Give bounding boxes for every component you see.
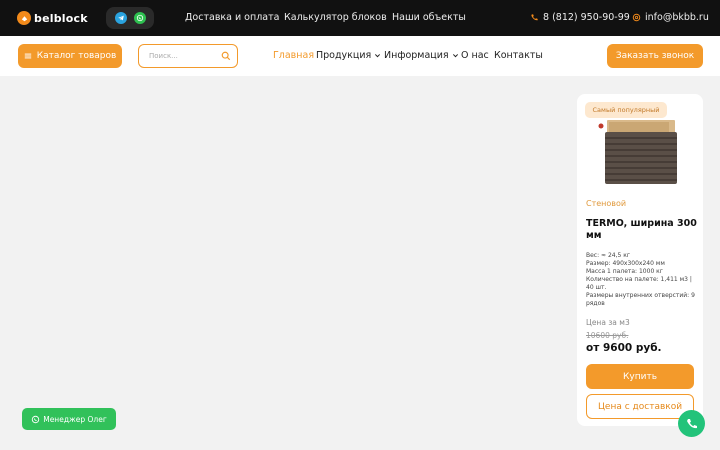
delivery-price-button[interactable]: Цена с доставкой bbox=[586, 394, 694, 419]
phone-icon bbox=[686, 418, 697, 428]
telegram-icon[interactable] bbox=[114, 12, 127, 24]
nav-info[interactable]: Информация bbox=[384, 50, 459, 61]
nav-contacts[interactable]: Контакты bbox=[494, 50, 543, 61]
logo-text: belblock bbox=[34, 11, 88, 25]
email-link[interactable]: info@bkbb.ru bbox=[632, 12, 709, 23]
nav-home[interactable]: Главная bbox=[273, 50, 314, 61]
call-fab[interactable] bbox=[678, 410, 705, 437]
mail-icon bbox=[632, 13, 641, 22]
whatsapp-icon[interactable] bbox=[133, 12, 146, 24]
price-label: Цена за м3 bbox=[586, 318, 630, 327]
catalog-label: Каталог товаров bbox=[36, 51, 117, 61]
messenger-links bbox=[106, 7, 154, 29]
product-specs: Вес: ≈ 24,5 кг Размер: 490x300x240 мм Ма… bbox=[586, 252, 696, 308]
spec-item: Вес: ≈ 24,5 кг bbox=[586, 252, 631, 259]
nav-products-label: Продукция bbox=[316, 50, 372, 61]
nav-calculator-link[interactable]: Калькулятор блоков bbox=[284, 12, 387, 23]
search-icon[interactable] bbox=[221, 51, 231, 61]
spec-item: Масса 1 палета: 1000 кг bbox=[586, 268, 663, 275]
chevron-down-icon bbox=[375, 54, 381, 58]
spec-item: Размеры внутренних отверстий: 9 рядов bbox=[586, 292, 695, 307]
phone-icon bbox=[531, 14, 538, 21]
nav-delivery-link[interactable]: Доставка и оплата bbox=[185, 12, 279, 23]
email-address: info@bkbb.ru bbox=[645, 12, 709, 23]
phone-number: 8 (812) 950-90-99 bbox=[543, 12, 630, 23]
nav-info-label: Информация bbox=[384, 50, 449, 61]
spec-item: Размер: 490x300x240 мм bbox=[586, 260, 665, 267]
old-price: 10600 руб. bbox=[586, 331, 629, 340]
current-price: от 9600 руб. bbox=[586, 342, 662, 354]
phone-link[interactable]: 8 (812) 950-90-99 bbox=[530, 12, 630, 23]
product-card: Самый популярный Стеновой TERMO, ширина … bbox=[577, 94, 703, 426]
catalog-button[interactable]: Каталог товаров bbox=[18, 44, 122, 68]
search-input[interactable] bbox=[149, 52, 221, 60]
spec-item: Количество на палете: 1,411 м3 | 40 шт. bbox=[586, 276, 692, 291]
logo[interactable]: belblock bbox=[17, 10, 88, 26]
menu-icon bbox=[24, 53, 31, 59]
product-category[interactable]: Стеновой bbox=[586, 199, 626, 208]
search-box bbox=[138, 44, 238, 68]
nav-about[interactable]: О нас bbox=[461, 50, 489, 61]
logo-mark-icon bbox=[17, 11, 31, 25]
whatsapp-icon bbox=[32, 415, 40, 423]
top-bar: belblock Доставка и оплата Калькулятор б… bbox=[0, 0, 720, 36]
product-title[interactable]: TERMO, ширина 300 мм bbox=[586, 218, 698, 242]
nav-products[interactable]: Продукция bbox=[316, 50, 381, 61]
manager-label: Менеджер Олег bbox=[43, 414, 107, 424]
buy-button[interactable]: Купить bbox=[586, 364, 694, 389]
product-image[interactable] bbox=[597, 114, 683, 190]
nav-objects-link[interactable]: Наши объекты bbox=[392, 12, 466, 23]
order-call-button[interactable]: Заказать звонок bbox=[607, 44, 703, 68]
manager-chat-button[interactable]: Менеджер Олег bbox=[22, 408, 116, 430]
chevron-down-icon bbox=[452, 54, 458, 58]
